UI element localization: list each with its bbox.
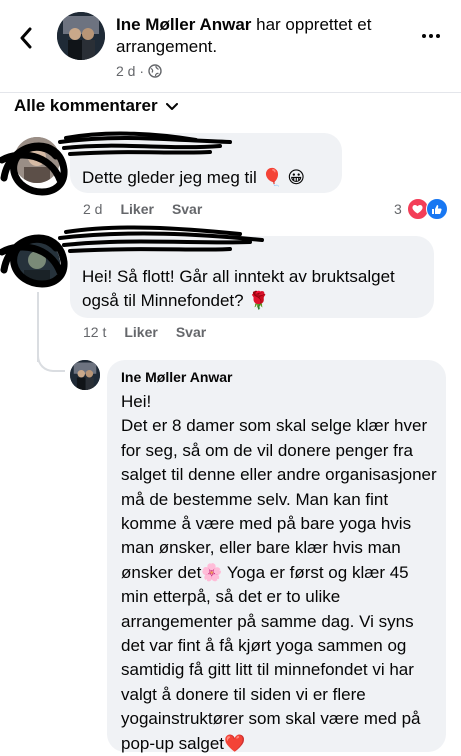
author-avatar[interactable] bbox=[57, 12, 105, 60]
comment-actions: 2 d Liker Svar bbox=[83, 201, 202, 217]
reply-button[interactable]: Svar bbox=[172, 201, 202, 217]
comment-text: Dette gleder jeg meg til 🎈 😀 bbox=[82, 168, 306, 187]
reaction-summary[interactable]: 3 bbox=[394, 198, 448, 220]
chevron-down-icon bbox=[165, 103, 178, 110]
divider bbox=[0, 92, 461, 93]
reply-author-name[interactable]: Ine Møller Anwar bbox=[121, 369, 233, 385]
globe-icon bbox=[148, 64, 162, 78]
like-button[interactable]: Liker bbox=[124, 324, 157, 340]
reply-thread-connector bbox=[37, 340, 65, 372]
reply-author-avatar[interactable] bbox=[70, 360, 100, 390]
comment-text: Hei! Så flott! Går all inntekt av brukts… bbox=[82, 267, 395, 310]
author-name-link[interactable]: Ine Møller Anwar bbox=[116, 15, 251, 34]
like-button[interactable]: Liker bbox=[120, 201, 153, 217]
comment-actions: 12 t Liker Svar bbox=[83, 324, 206, 340]
more-options-button[interactable] bbox=[416, 24, 446, 48]
comment-sort-label: Alle kommentarer bbox=[14, 96, 158, 115]
comment-time[interactable]: 2 d bbox=[83, 201, 102, 217]
post-header-title: Ine Møller Anwar har opprettet et arrang… bbox=[116, 14, 401, 58]
more-horizontal-icon bbox=[422, 34, 426, 38]
chevron-left-icon bbox=[20, 27, 32, 49]
reply-button[interactable]: Svar bbox=[176, 324, 206, 340]
back-button[interactable] bbox=[14, 26, 38, 50]
post-meta: 2 d · bbox=[116, 63, 162, 79]
reaction-count: 3 bbox=[394, 201, 402, 217]
comment-time[interactable]: 12 t bbox=[83, 324, 106, 340]
comment-sort-dropdown[interactable]: Alle kommentarer bbox=[14, 96, 178, 116]
commenter-avatar[interactable] bbox=[14, 240, 60, 286]
commenter-avatar[interactable] bbox=[14, 137, 60, 183]
like-reaction-icon bbox=[425, 198, 448, 220]
reply-text: Hei! Det er 8 damer som skal selge klær … bbox=[121, 392, 437, 753]
post-time[interactable]: 2 d · bbox=[116, 63, 144, 79]
